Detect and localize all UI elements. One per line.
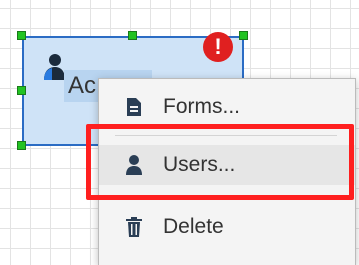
alert-glyph: !: [214, 34, 222, 59]
document-icon: [113, 97, 155, 117]
menu-item-label: Delete: [163, 215, 224, 238]
resize-handle-bottom-left[interactable]: [17, 141, 26, 150]
resize-handle-top-left[interactable]: [17, 31, 26, 40]
resize-handle-top-right[interactable]: [239, 31, 248, 40]
menu-item-delete[interactable]: Delete: [99, 207, 355, 247]
diagram-canvas[interactable]: ! Ac Forms... Users... Delete: [0, 0, 359, 265]
alert-icon: !: [203, 32, 233, 62]
resize-handle-top[interactable]: [128, 31, 137, 40]
highlight-box: [86, 124, 354, 200]
person-icon: [44, 54, 65, 80]
menu-item-label: Forms...: [163, 95, 240, 118]
trash-icon: [113, 217, 155, 237]
resize-handle-left[interactable]: [17, 86, 26, 95]
menu-item-forms[interactable]: Forms...: [99, 87, 355, 127]
